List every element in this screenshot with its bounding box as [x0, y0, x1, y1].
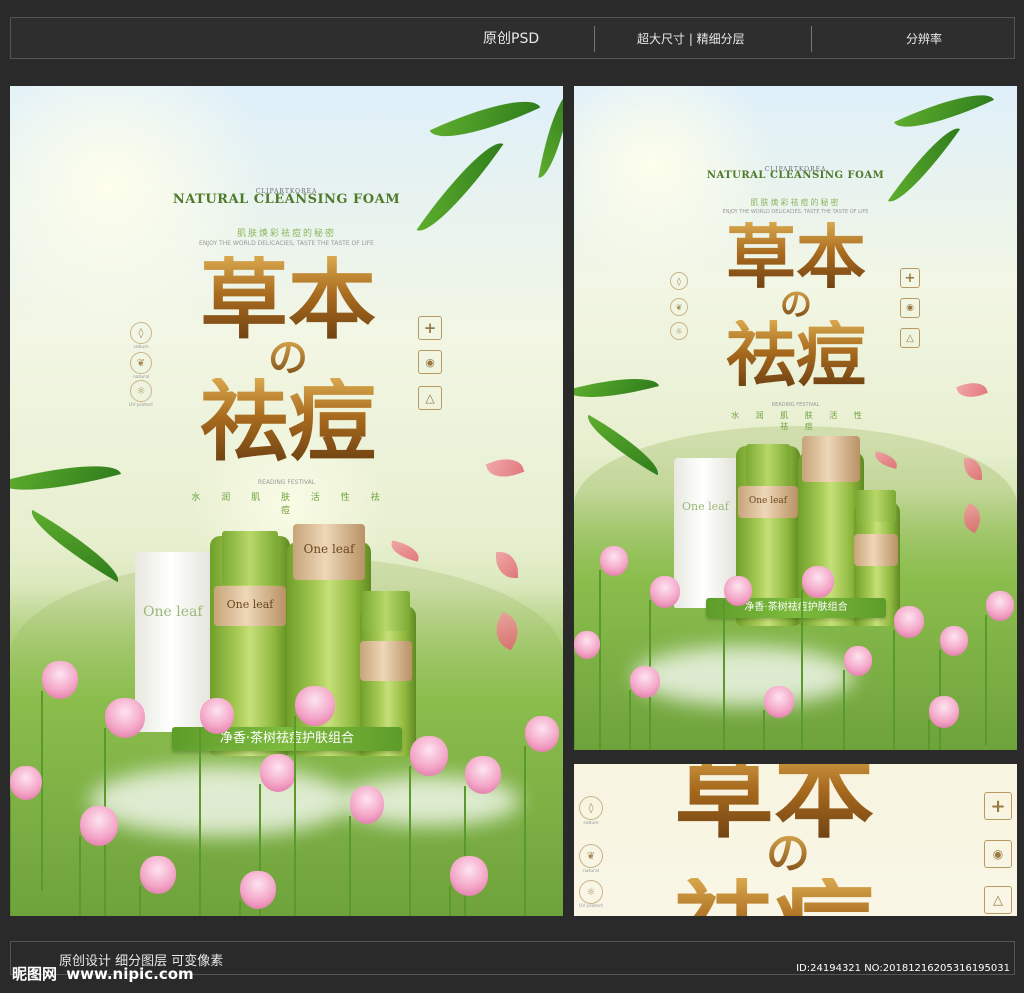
icon-label: UV protect [129, 403, 153, 408]
drop-circle-icon: ◉ [984, 840, 1012, 868]
poster-title-en: NATURAL CLEANSING FOAM [172, 192, 401, 207]
leaf-icon: ❦ [670, 298, 688, 316]
headline-line2: 祛痘 [674, 878, 874, 917]
bamboo-leaf [538, 89, 563, 181]
header-resolution-label: 分辨率 [906, 32, 943, 46]
bottle-pump [746, 444, 790, 488]
poster-subtitle-cn: 肌肤焕彩祛痘的秘密 [236, 229, 336, 239]
bottle-collar: One leaf [293, 524, 365, 580]
headline-line2: 祛痘 [200, 370, 377, 473]
bamboo-leaf [429, 86, 541, 155]
triangle-nodes-icon: △ [418, 386, 442, 410]
icon-label: sebum [583, 821, 599, 826]
bamboo-leaf [22, 509, 128, 583]
poster-title-en: NATURAL CLEANSING FOAM [706, 170, 885, 181]
sun-icon: ☼ [670, 322, 688, 340]
poster-subtitle-cn: 肌肤焕彩祛痘的秘密 [750, 198, 841, 207]
triangle-nodes-icon: △ [900, 328, 920, 348]
product-brand-label: One leaf [143, 604, 203, 620]
festival-label: READING FESTIVAL [771, 402, 820, 408]
header-divider [594, 26, 595, 52]
bottle-collar [802, 436, 860, 482]
poster-medium: CLIPARTKOREA NATURAL CLEANSING FOAM 肌肤焕彩… [574, 86, 1017, 750]
features-cn: 水 润 肌 肤 活 性 祛 痘 [731, 411, 869, 431]
festival-label: READING FESTIVAL [257, 479, 316, 486]
image-id: ID:24194321 NO:20181216205316195031 [796, 963, 1010, 974]
headline-line1: 草本 [726, 216, 866, 298]
drop-circle-icon: ◉ [900, 298, 920, 318]
poster-subtitle-en: ENJOY THE WORLD DELICACIES, TASTE THE TA… [722, 209, 869, 215]
poster-subtitle-en: ENJOY THE WORLD DELICACIES, TASTE THE TA… [199, 240, 374, 247]
headline-line2: 祛痘 [726, 314, 866, 396]
product-brand-label: One leaf [226, 598, 274, 611]
nipic-watermark: 昵图网 www.nipic.com [12, 963, 194, 984]
bottle-collar [360, 641, 412, 681]
bottle-pump [856, 490, 896, 522]
bottle-pump [222, 531, 278, 585]
features-cn: 水 润 肌 肤 活 性 祛 痘 [191, 493, 389, 516]
sun-icon: ☼ [579, 880, 603, 904]
mist [90, 766, 350, 836]
plus-icon: + [418, 316, 442, 340]
bottle-pump [362, 591, 410, 631]
petal [496, 552, 518, 578]
plus-icon: + [984, 792, 1012, 820]
drop-circle-icon: ◉ [418, 350, 442, 374]
bottle-collar: One leaf [738, 486, 798, 518]
droplet-icon: ◊ [670, 272, 688, 290]
icon-label: sebum [133, 345, 149, 350]
leaf-icon: ❦ [579, 844, 603, 868]
triangle-nodes-icon: △ [984, 886, 1012, 914]
header-size-label: 超大尺寸 | 精细分层 [637, 32, 745, 46]
header-psd-label: 原创PSD [483, 31, 540, 47]
product-brand-label: One leaf [748, 496, 788, 506]
icon-label: natural [582, 869, 600, 874]
sun-icon: ☼ [130, 380, 152, 402]
watermark-cn: 昵图网 [12, 965, 58, 983]
petal [956, 377, 988, 403]
bamboo-leaf [894, 86, 994, 143]
product-brand-label: One leaf [682, 500, 729, 513]
bottle-collar [854, 534, 898, 566]
droplet-icon: ◊ [579, 796, 603, 820]
watermark-site: www.nipic.com [66, 965, 194, 983]
petal [388, 540, 422, 562]
poster-large: CLIPARTKOREA NATURAL CLEANSING FOAM 肌肤焕彩… [10, 86, 563, 916]
product-brand-label: One leaf [303, 542, 355, 556]
droplet-icon: ◊ [130, 322, 152, 344]
poster-detail-crop: 草本 の 祛痘 ◊ sebum ❦ natural ☼ UV protect +… [574, 764, 1017, 916]
header-divider [811, 26, 812, 52]
leaf-icon: ❦ [130, 352, 152, 374]
bamboo-leaf [10, 450, 122, 506]
mist [634, 646, 854, 706]
headline-line1: 草本 [200, 248, 377, 351]
top-info-bar: 原创PSD 超大尺寸 | 精细分层 分辨率 [10, 17, 1015, 59]
icon-label: UV protect [579, 904, 603, 909]
bottle-collar: One leaf [214, 586, 286, 626]
plus-icon: + [900, 268, 920, 288]
